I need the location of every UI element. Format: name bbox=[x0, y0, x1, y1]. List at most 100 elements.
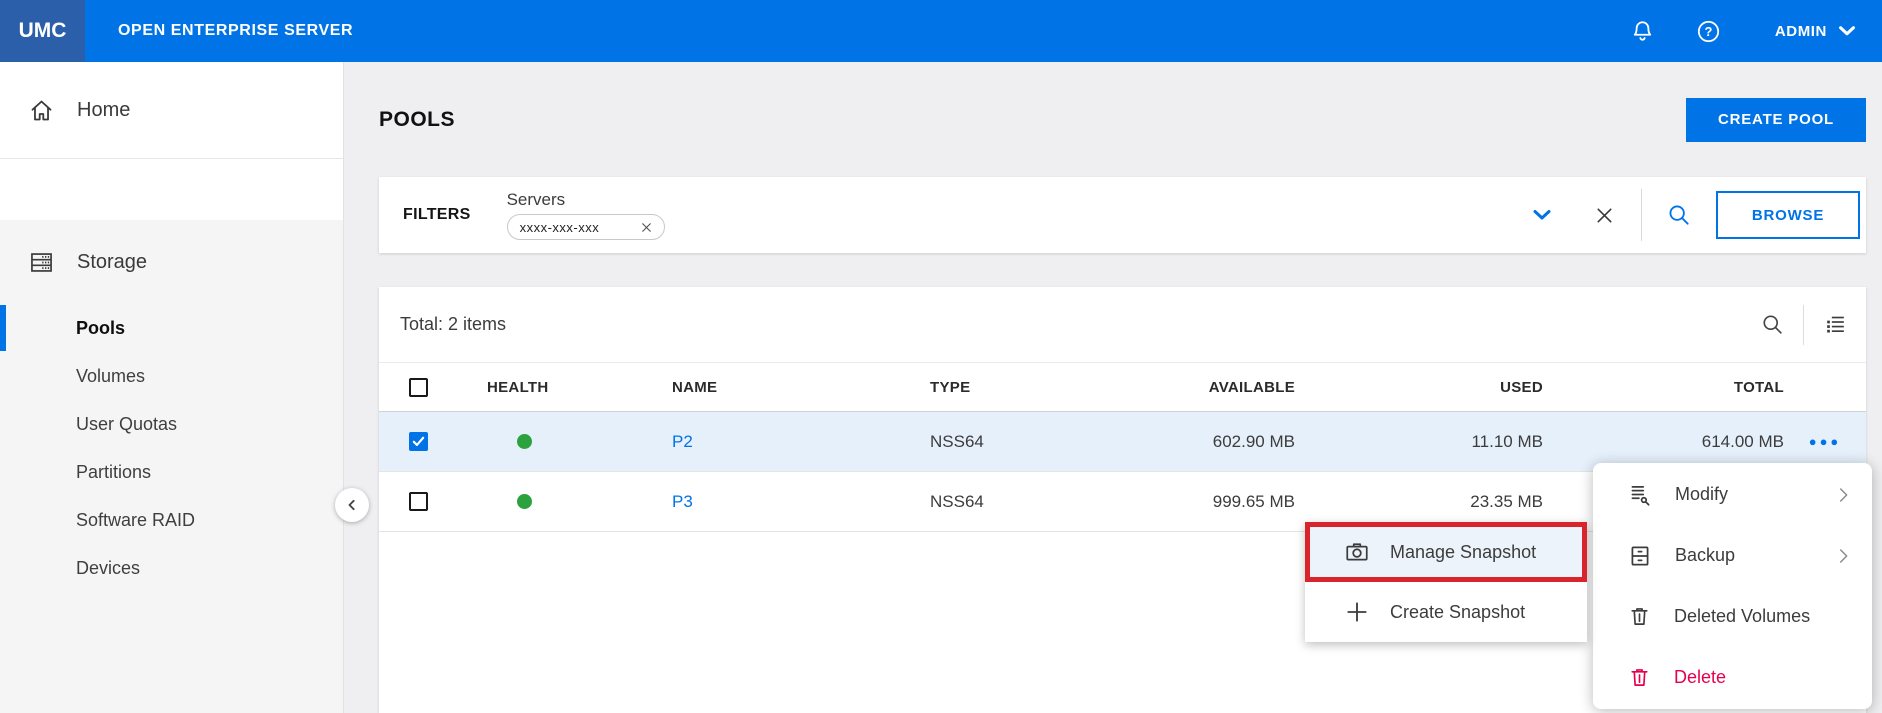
sidebar-storage-label: Storage bbox=[77, 251, 147, 274]
apply-filter-search-button[interactable] bbox=[1662, 198, 1696, 232]
sidebar-collapse-button[interactable] bbox=[335, 488, 369, 522]
row-checkbox[interactable] bbox=[409, 432, 428, 451]
sidebar-item-software-raid[interactable]: Software RAID bbox=[0, 496, 343, 544]
menu-item-label: Deleted Volumes bbox=[1674, 606, 1810, 627]
sidebar-home-label: Home bbox=[77, 99, 130, 122]
sidebar-item-storage[interactable]: Storage bbox=[0, 220, 343, 304]
help-icon: ? bbox=[1695, 18, 1722, 45]
menu-item-modify[interactable]: Modify bbox=[1593, 464, 1872, 525]
close-icon bbox=[1593, 204, 1616, 227]
menu-item-label: Backup bbox=[1675, 545, 1735, 566]
list-view-button[interactable] bbox=[1818, 308, 1852, 342]
menu-item-backup[interactable]: Backup bbox=[1593, 525, 1872, 586]
row-actions-button[interactable]: ●●● bbox=[1809, 434, 1842, 449]
trash-icon bbox=[1627, 665, 1652, 690]
bell-icon bbox=[1629, 18, 1656, 45]
pool-total: 614.00 MB bbox=[1543, 432, 1784, 452]
menu-item-label: Delete bbox=[1674, 667, 1726, 688]
server-filter-chip[interactable]: xxxx-xxx-xxx bbox=[507, 214, 665, 240]
chevron-down-icon bbox=[1530, 203, 1554, 227]
browse-button[interactable]: BROWSE bbox=[1716, 191, 1860, 239]
search-icon bbox=[1760, 312, 1785, 337]
check-icon bbox=[411, 434, 426, 449]
filter-divider bbox=[1641, 189, 1642, 241]
sidebar-item-partitions[interactable]: Partitions bbox=[0, 448, 343, 496]
servers-filter-field: Servers xxxx-xxx-xxx bbox=[507, 190, 665, 240]
sidebar-item-user-quotas[interactable]: User Quotas bbox=[0, 400, 343, 448]
sidebar-user-quotas-label: User Quotas bbox=[76, 414, 177, 435]
plus-icon bbox=[1344, 599, 1370, 625]
menu-item-label: Modify bbox=[1675, 484, 1728, 505]
column-header-type[interactable]: TYPE bbox=[930, 379, 1130, 396]
table-search-button[interactable] bbox=[1755, 308, 1789, 342]
health-status-dot bbox=[517, 494, 532, 509]
menu-item-deleted-volumes[interactable]: Deleted Volumes bbox=[1593, 586, 1872, 647]
total-items-label: Total: 2 items bbox=[400, 314, 506, 335]
chevron-right-icon bbox=[1832, 484, 1854, 506]
pool-type: NSS64 bbox=[930, 492, 1130, 512]
pool-name-link[interactable]: P3 bbox=[672, 492, 693, 511]
storage-section: Storage Pools Volumes User Quotas Partit… bbox=[0, 220, 343, 713]
sidebar-volumes-label: Volumes bbox=[76, 366, 145, 387]
menu-item-manage-snapshot[interactable]: Manage Snapshot bbox=[1305, 522, 1587, 582]
chip-close-icon[interactable] bbox=[639, 220, 654, 235]
sidebar-pools-label: Pools bbox=[76, 318, 125, 339]
expand-filters-button[interactable] bbox=[1525, 198, 1559, 232]
pool-used: 11.10 MB bbox=[1295, 432, 1543, 452]
home-icon bbox=[28, 97, 55, 124]
pool-available: 999.65 MB bbox=[1130, 492, 1295, 512]
list-icon bbox=[1823, 312, 1848, 337]
backup-icon bbox=[1627, 543, 1653, 569]
table-toolbar: Total: 2 items bbox=[379, 287, 1866, 362]
umc-logo: UMC bbox=[0, 0, 85, 62]
column-header-total[interactable]: TOTAL bbox=[1543, 379, 1784, 396]
table-header-row: HEALTH NAME TYPE AVAILABLE USED TOTAL bbox=[379, 362, 1866, 412]
sidebar-devices-label: Devices bbox=[76, 558, 140, 579]
filters-bar: FILTERS Servers xxxx-xxx-xxx bbox=[379, 177, 1866, 253]
storage-icon bbox=[28, 249, 55, 276]
toolbar-divider bbox=[1803, 305, 1804, 345]
chevron-right-icon bbox=[1832, 545, 1854, 567]
column-header-name[interactable]: NAME bbox=[672, 379, 930, 396]
column-header-available[interactable]: AVAILABLE bbox=[1130, 379, 1295, 396]
search-icon bbox=[1666, 202, 1692, 228]
user-name: ADMIN bbox=[1775, 23, 1827, 40]
menu-item-delete[interactable]: Delete bbox=[1593, 647, 1872, 708]
column-header-health[interactable]: HEALTH bbox=[459, 379, 672, 396]
pool-used: 23.35 MB bbox=[1295, 492, 1543, 512]
select-all-checkbox[interactable] bbox=[409, 378, 428, 397]
health-status-dot bbox=[517, 434, 532, 449]
trash-icon bbox=[1627, 604, 1652, 629]
menu-item-label: Manage Snapshot bbox=[1390, 542, 1536, 563]
menu-item-label: Create Snapshot bbox=[1390, 602, 1525, 623]
snapshot-submenu: Manage Snapshot Create Snapshot bbox=[1305, 522, 1587, 642]
sidebar-item-home[interactable]: Home bbox=[0, 62, 343, 158]
create-pool-button[interactable]: CREATE POOL bbox=[1686, 98, 1866, 142]
sidebar-item-devices[interactable]: Devices bbox=[0, 544, 343, 592]
sidebar-partitions-label: Partitions bbox=[76, 462, 151, 483]
server-chip-value: xxxx-xxx-xxx bbox=[520, 220, 600, 235]
notifications-button[interactable] bbox=[1629, 17, 1657, 45]
clear-filters-button[interactable] bbox=[1587, 198, 1621, 232]
row-context-menu: Modify Backup bbox=[1593, 463, 1872, 709]
svg-text:?: ? bbox=[1705, 24, 1713, 39]
modify-icon bbox=[1627, 482, 1653, 508]
menu-item-create-snapshot[interactable]: Create Snapshot bbox=[1305, 582, 1587, 642]
pool-available: 602.90 MB bbox=[1130, 432, 1295, 452]
help-button[interactable]: ? bbox=[1695, 17, 1723, 45]
sidebar-item-pools[interactable]: Pools bbox=[0, 304, 343, 352]
page-title: POOLS bbox=[379, 108, 455, 132]
sidebar-item-volumes[interactable]: Volumes bbox=[0, 352, 343, 400]
sidebar-software-raid-label: Software RAID bbox=[76, 510, 195, 531]
row-checkbox[interactable] bbox=[409, 492, 428, 511]
sidebar-divider bbox=[0, 158, 343, 159]
column-header-used[interactable]: USED bbox=[1295, 379, 1543, 396]
user-menu[interactable]: ADMIN bbox=[1775, 20, 1858, 42]
product-title: OPEN ENTERPRISE SERVER bbox=[118, 22, 353, 40]
servers-field-label: Servers bbox=[507, 190, 665, 210]
filters-label: FILTERS bbox=[403, 206, 471, 224]
chevron-left-icon bbox=[342, 495, 362, 515]
chevron-down-icon bbox=[1836, 20, 1858, 42]
page-header: POOLS CREATE POOL bbox=[379, 62, 1866, 177]
pool-name-link[interactable]: P2 bbox=[672, 432, 693, 451]
